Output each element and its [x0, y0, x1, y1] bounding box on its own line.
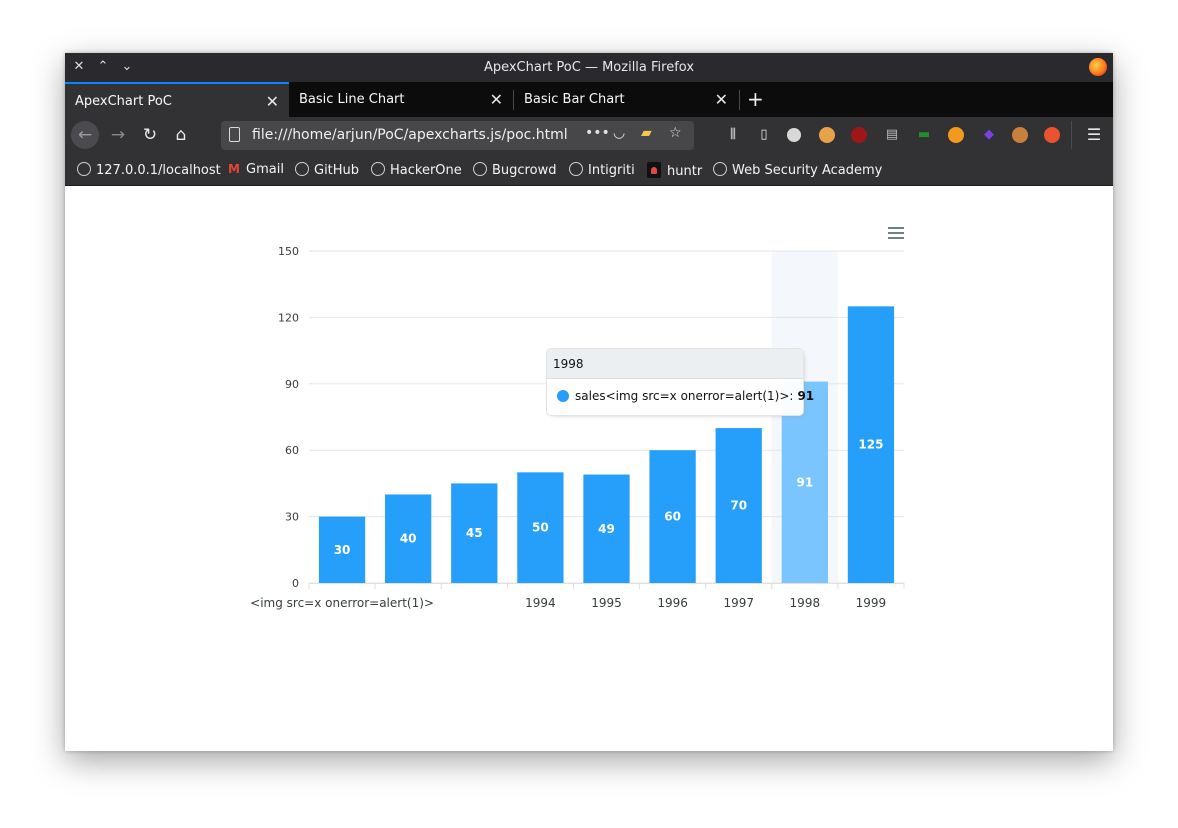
x-tick-label: <img src=x onerror=alert(1)> [250, 596, 434, 610]
bookmark-label: huntr [667, 164, 703, 179]
bookmark-label: Bugcrowd [492, 163, 557, 178]
tooltip-title: 1998 [547, 349, 803, 379]
github-icon [295, 162, 309, 176]
tab-label: Basic Bar Chart [524, 92, 625, 107]
hamburger-menu-icon[interactable]: ☰ [1085, 126, 1103, 144]
globe-icon [371, 162, 385, 176]
data-label: 70 [730, 499, 747, 513]
y-tick-label: 30 [285, 511, 299, 524]
data-label: 91 [796, 475, 813, 489]
data-label: 50 [532, 521, 549, 535]
bookmark-web-security-academy[interactable]: Web Security Academy [713, 162, 882, 178]
close-tab-icon[interactable]: ✕ [266, 92, 279, 111]
extension-icon[interactable]: ▬ [915, 126, 933, 144]
close-tab-icon[interactable]: ✕ [490, 90, 503, 109]
x-tick-label: 1999 [856, 596, 887, 610]
tab-basic-bar-chart[interactable]: Basic Bar Chart ✕ [514, 82, 738, 117]
tooltip-series-label: sales<img src=x onerror=alert(1)>: [575, 389, 794, 403]
y-tick-label: 90 [285, 378, 299, 391]
huntr-icon [647, 162, 661, 178]
x-tick-label: 1997 [723, 596, 754, 610]
tooltip-value: 91 [797, 389, 815, 403]
bookmark-star-icon[interactable]: ☆ [669, 125, 682, 141]
pocket-icon[interactable]: ◡ [613, 125, 625, 141]
chart-tooltip: 1998 sales<img src=x onerror=alert(1)>: 9… [546, 348, 814, 416]
url-bar[interactable]: file:///home/arjun/PoC/apexcharts.js/poc… [221, 121, 694, 150]
sidebar-icon[interactable]: ▯ [755, 126, 773, 144]
tab-bar: ApexChart PoC ✕ Basic Line Chart ✕ Basic… [65, 82, 1113, 117]
data-label: 30 [334, 543, 351, 557]
extension-icon[interactable] [1044, 127, 1060, 143]
library-icon[interactable]: ⫼ [724, 126, 742, 144]
extension-icon[interactable] [948, 127, 964, 143]
y-tick-label: 60 [285, 444, 299, 457]
bookmark-label: HackerOne [390, 163, 462, 178]
y-tick-label: 0 [292, 577, 299, 590]
bookmark-github[interactable]: GitHub [295, 162, 359, 178]
x-tick-label: 1995 [591, 596, 622, 610]
bookmark-label: Intigriti [588, 163, 635, 178]
bookmark-bugcrowd[interactable]: Bugcrowd [473, 162, 556, 178]
x-tick-label: 1998 [790, 596, 821, 610]
data-label: 40 [400, 532, 417, 546]
tab-apexchart-poc[interactable]: ApexChart PoC ✕ [65, 82, 289, 117]
tab-basic-line-chart[interactable]: Basic Line Chart ✕ [289, 82, 513, 117]
ublock-icon[interactable] [851, 127, 867, 143]
clipboard-icon[interactable]: ▤ [883, 126, 901, 144]
url-text[interactable]: file:///home/arjun/PoC/apexcharts.js/poc… [252, 127, 568, 143]
back-icon[interactable]: ← [71, 121, 99, 149]
x-tick-label: 1994 [525, 596, 556, 610]
tab-label: ApexChart PoC [75, 94, 172, 109]
y-tick-label: 120 [278, 311, 299, 324]
home-icon[interactable]: ⌂ [169, 123, 193, 147]
navigation-bar: ← → ↻ ⌂ file:///home/arjun/PoC/apexchart… [65, 117, 1113, 153]
bookmark-label: Gmail [246, 162, 284, 177]
forward-icon[interactable]: → [106, 123, 130, 147]
bookmark-label: 127.0.0.1/localhost [96, 163, 221, 178]
data-label: 125 [858, 438, 883, 452]
bookmark-huntr[interactable]: huntr [647, 162, 702, 179]
chart-menu-icon[interactable] [888, 227, 904, 241]
window-title: ApexChart PoC — Mozilla Firefox [483, 60, 695, 75]
bar-chart: 0 30 60 90 120 150 30 40 45 50 49 60 70 91 125 <img src… [250, 245, 905, 610]
title-bar: ✕ ⌃ ⌄ ApexChart PoC — Mozilla Firefox [65, 53, 1113, 82]
new-tab-icon[interactable]: + [747, 87, 764, 111]
bookmark-label: Web Security Academy [732, 163, 883, 178]
globe-icon [569, 162, 583, 176]
data-label: 60 [664, 510, 681, 524]
toolbar-separator [1071, 121, 1072, 149]
account-icon[interactable] [787, 128, 801, 142]
tooltip-series-row: sales<img src=x onerror=alert(1)>: 91 [557, 389, 814, 403]
folder-icon[interactable]: ▰ [641, 125, 652, 141]
bookmark-localhost[interactable]: 127.0.0.1/localhost [77, 162, 221, 178]
firefox-logo-icon [1089, 58, 1107, 76]
bookmark-intigriti[interactable]: Intigriti [569, 162, 635, 178]
page-icon [229, 127, 240, 142]
extension-icon[interactable] [819, 127, 835, 143]
series-marker [557, 390, 569, 402]
browser-window: ✕ ⌃ ⌄ ApexChart PoC — Mozilla Firefox Ap… [65, 53, 1113, 751]
tab-separator [739, 90, 740, 110]
bookmarks-bar: 127.0.0.1/localhost M Gmail GitHub Hacker… [65, 153, 1113, 186]
extension-icon[interactable]: ◆ [980, 126, 998, 144]
x-tick-label: 1996 [657, 596, 688, 610]
page-actions-icon[interactable]: ••• [585, 125, 610, 141]
globe-icon [473, 162, 487, 176]
globe-icon [77, 162, 91, 176]
bookmark-label: GitHub [314, 163, 360, 178]
data-label: 45 [466, 526, 483, 540]
cookie-icon[interactable] [1012, 127, 1028, 143]
gmail-icon: M [228, 162, 240, 176]
bookmark-gmail[interactable]: M Gmail [228, 162, 284, 177]
reload-icon[interactable]: ↻ [138, 123, 162, 147]
page-content: 0 30 60 90 120 150 30 40 45 50 49 60 70 91 125 <img src… [65, 187, 1113, 751]
y-tick-label: 150 [278, 245, 299, 258]
data-label: 49 [598, 522, 615, 536]
close-tab-icon[interactable]: ✕ [715, 90, 728, 109]
bookmark-hackerone[interactable]: HackerOne [371, 162, 462, 178]
globe-icon [713, 162, 727, 176]
tab-label: Basic Line Chart [299, 92, 405, 107]
